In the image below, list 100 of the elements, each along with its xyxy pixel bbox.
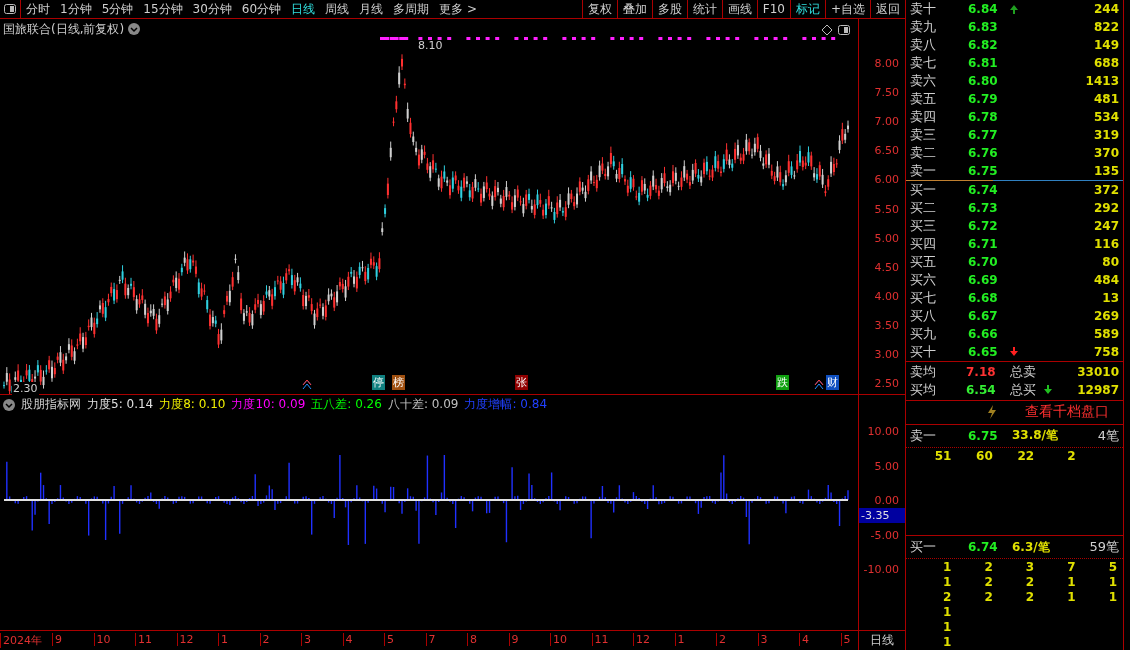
time-label: 4 — [799, 633, 809, 646]
order-size: 1 — [942, 635, 952, 650]
volume-value: 822 — [1092, 20, 1119, 34]
time-label: 4 — [342, 633, 353, 646]
period-tab[interactable]: 5分钟 — [96, 0, 139, 18]
price-value: 6.79 — [968, 92, 999, 106]
indicator-tick: 5.00 — [874, 459, 899, 473]
price-tick: 7.50 — [874, 86, 899, 100]
level-label: 卖五 — [910, 90, 937, 108]
toolbar-button[interactable]: F10 — [756, 0, 790, 18]
event-tag[interactable]: 财 — [826, 375, 839, 390]
price-value: 6.81 — [968, 56, 999, 70]
order-size: 1 — [942, 620, 952, 635]
time-label: 2024年 — [0, 633, 42, 648]
event-tag[interactable]: 张 — [515, 375, 528, 390]
time-label: 5 — [840, 633, 851, 646]
time-label: 9 — [508, 633, 519, 646]
volume-value: 149 — [1092, 38, 1119, 52]
volume-value: 1413 — [1084, 74, 1119, 88]
queue-price: 6.75 — [968, 428, 999, 443]
toolbar-button[interactable]: 标记 — [789, 0, 825, 18]
indicator-tick: 0.00 — [874, 494, 899, 507]
price-tick: 5.50 — [874, 202, 899, 216]
time-label: 3 — [301, 633, 311, 646]
period-tab[interactable]: 60分钟 — [236, 0, 287, 18]
low-price-label: 2.30 — [12, 382, 39, 395]
toolbar-button[interactable]: 画线 — [721, 0, 757, 18]
toolbar-button[interactable]: +自选 — [824, 0, 870, 18]
volume-value: 80 — [1101, 254, 1119, 269]
indicator-value: 五八差: 0.26 — [311, 396, 382, 413]
queue-price: 6.74 — [968, 540, 999, 554]
order-size: 1 — [942, 605, 952, 620]
time-label: 8 — [467, 633, 477, 646]
average-per-order: 33.8/笔 — [1012, 427, 1059, 445]
summary-label: 买均 — [910, 380, 937, 399]
price-value: 6.70 — [968, 254, 999, 269]
level-label: 卖八 — [910, 36, 937, 54]
level-label: 卖三 — [910, 126, 937, 144]
time-label: 11 — [591, 633, 609, 646]
price-tick: 4.50 — [874, 260, 899, 274]
period-tab[interactable]: 多周期 — [388, 0, 435, 18]
order-size: 2 — [1066, 448, 1076, 464]
price-tick: 7.00 — [874, 115, 899, 129]
price-value: 6.66 — [968, 326, 999, 341]
price-tick: 3.50 — [874, 318, 899, 332]
level-label: 买七 — [910, 288, 937, 307]
level-label: 卖七 — [910, 54, 937, 72]
price-value: 6.76 — [968, 146, 999, 160]
period-tab[interactable]: 1分钟 — [55, 0, 97, 18]
time-label: 2 — [716, 633, 726, 646]
price-value: 6.84 — [968, 2, 999, 16]
price-tick: 2.50 — [874, 377, 899, 391]
period-label: 日线 — [869, 632, 895, 649]
price-value: 6.73 — [968, 200, 999, 215]
toolbar-button[interactable]: 返回 — [870, 0, 905, 18]
toolbar-button[interactable]: 复权 — [581, 0, 617, 18]
total-label: 总卖 — [1010, 362, 1037, 381]
toolbar-button[interactable]: 叠加 — [616, 0, 652, 18]
time-label: 1 — [674, 633, 685, 646]
price-value: 6.74 — [968, 182, 999, 197]
depth-button[interactable]: 查看千档盘口 — [1025, 403, 1109, 422]
level-label: 买五 — [910, 252, 937, 271]
level-label: 卖四 — [910, 108, 937, 126]
volume-value: 688 — [1092, 56, 1119, 70]
period-tab[interactable]: 周线 — [320, 0, 355, 18]
volume-value: 292 — [1092, 200, 1119, 215]
price-tick: 4.00 — [874, 289, 899, 303]
time-label: 12 — [633, 633, 650, 646]
period-tab[interactable]: 30分钟 — [187, 0, 237, 18]
time-label: 5 — [384, 633, 394, 646]
average-price: 6.54 — [966, 382, 997, 397]
price-value: 6.77 — [968, 128, 999, 142]
volume-value: 135 — [1092, 164, 1119, 178]
indicator-value: 力度10: 0.09 — [231, 396, 306, 413]
volume-value: 589 — [1092, 326, 1119, 341]
period-tab[interactable]: 15分钟 — [138, 0, 188, 18]
volume-value: 534 — [1092, 110, 1119, 124]
order-size: 1 — [1066, 575, 1076, 590]
period-tab[interactable]: 月线 — [354, 0, 389, 18]
price-tick: 8.00 — [874, 57, 899, 70]
level-label: 买四 — [910, 234, 937, 253]
event-tag[interactable]: 榜 — [392, 375, 405, 390]
period-tab[interactable]: 日线 — [286, 0, 321, 18]
volume-value: 13 — [1101, 290, 1119, 305]
period-tab[interactable]: 更多 > — [434, 0, 482, 18]
price-value: 6.72 — [968, 218, 999, 233]
volume-value: 116 — [1092, 236, 1119, 251]
order-size: 2 — [1024, 590, 1035, 605]
event-tag[interactable]: 停 — [372, 375, 385, 390]
average-per-order: 6.3/笔 — [1012, 538, 1051, 556]
total-value: 33010 — [1076, 364, 1119, 379]
price-value: 6.71 — [968, 236, 999, 251]
toolbar-button[interactable]: 统计 — [686, 0, 722, 18]
order-count: 59笔 — [1089, 538, 1119, 556]
period-tab[interactable]: 分时 — [21, 0, 55, 18]
time-label: 11 — [135, 633, 152, 646]
time-label: 3 — [757, 633, 768, 646]
toolbar-button[interactable]: 多股 — [651, 0, 687, 18]
volume-value: 269 — [1092, 308, 1119, 323]
volume-value: 481 — [1092, 92, 1119, 106]
